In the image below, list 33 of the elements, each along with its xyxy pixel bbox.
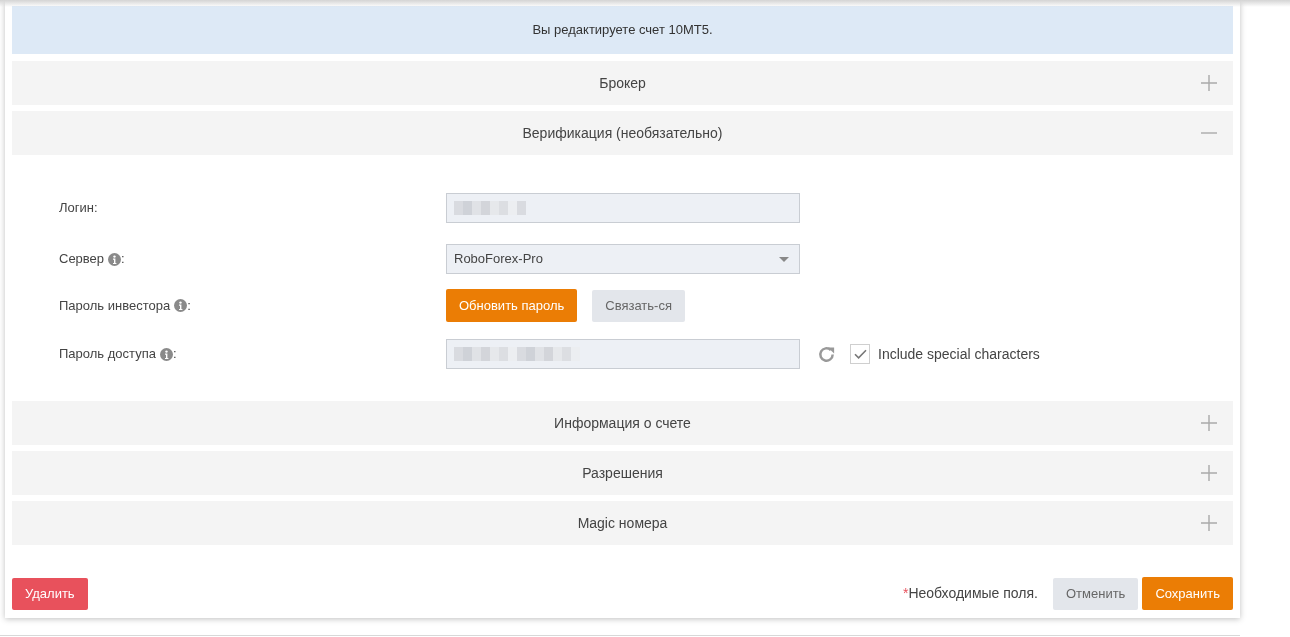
accordion-header[interactable]: Брокер (12, 61, 1233, 105)
input-field[interactable] (446, 193, 800, 223)
field-label: Пароль доступа (59, 345, 156, 364)
label-colon: : (172, 345, 177, 364)
field-label: Логин (59, 199, 94, 218)
section-title: Информация о счете (554, 413, 691, 433)
server-select[interactable]: RoboForex-Pro (446, 244, 800, 274)
field-label: Пароль инвестора (59, 296, 171, 315)
accordion-header[interactable]: Разрешения (12, 451, 1233, 495)
secondary-button[interactable]: Связать-ся (592, 289, 685, 322)
label-colon: : (121, 250, 125, 269)
banner-text: Вы редактируете счет 10MT5. (532, 21, 713, 40)
check-icon (853, 349, 867, 359)
checkbox-label: Include special characters (878, 344, 1040, 364)
section-title: Magic номера (577, 513, 668, 533)
accordion-header[interactable]: Magic номера (12, 501, 1233, 545)
label-colon: : (93, 199, 98, 218)
delete-button[interactable]: Удалить (12, 577, 88, 610)
field-label: Сервер (59, 250, 105, 269)
section-title: Брокер (599, 73, 646, 93)
section-title: Верификация (необязательно) (522, 123, 723, 143)
label-colon: : (187, 296, 191, 315)
secondary-button[interactable]: Отменить (1053, 577, 1139, 610)
accordion-header[interactable]: Информация о счете (12, 401, 1233, 445)
select-value: RoboForex-Pro (454, 250, 543, 269)
caret-icon (779, 256, 789, 262)
accordion-header[interactable]: Верификация (необязательно) (12, 111, 1233, 155)
password-field[interactable] (446, 339, 800, 369)
checkbox[interactable] (850, 344, 870, 364)
refresh-icon (817, 344, 836, 364)
required-asterisk: * (902, 584, 909, 603)
section-title: Разрешения (582, 463, 663, 483)
required-note: Необходимые поля. (908, 584, 1038, 603)
